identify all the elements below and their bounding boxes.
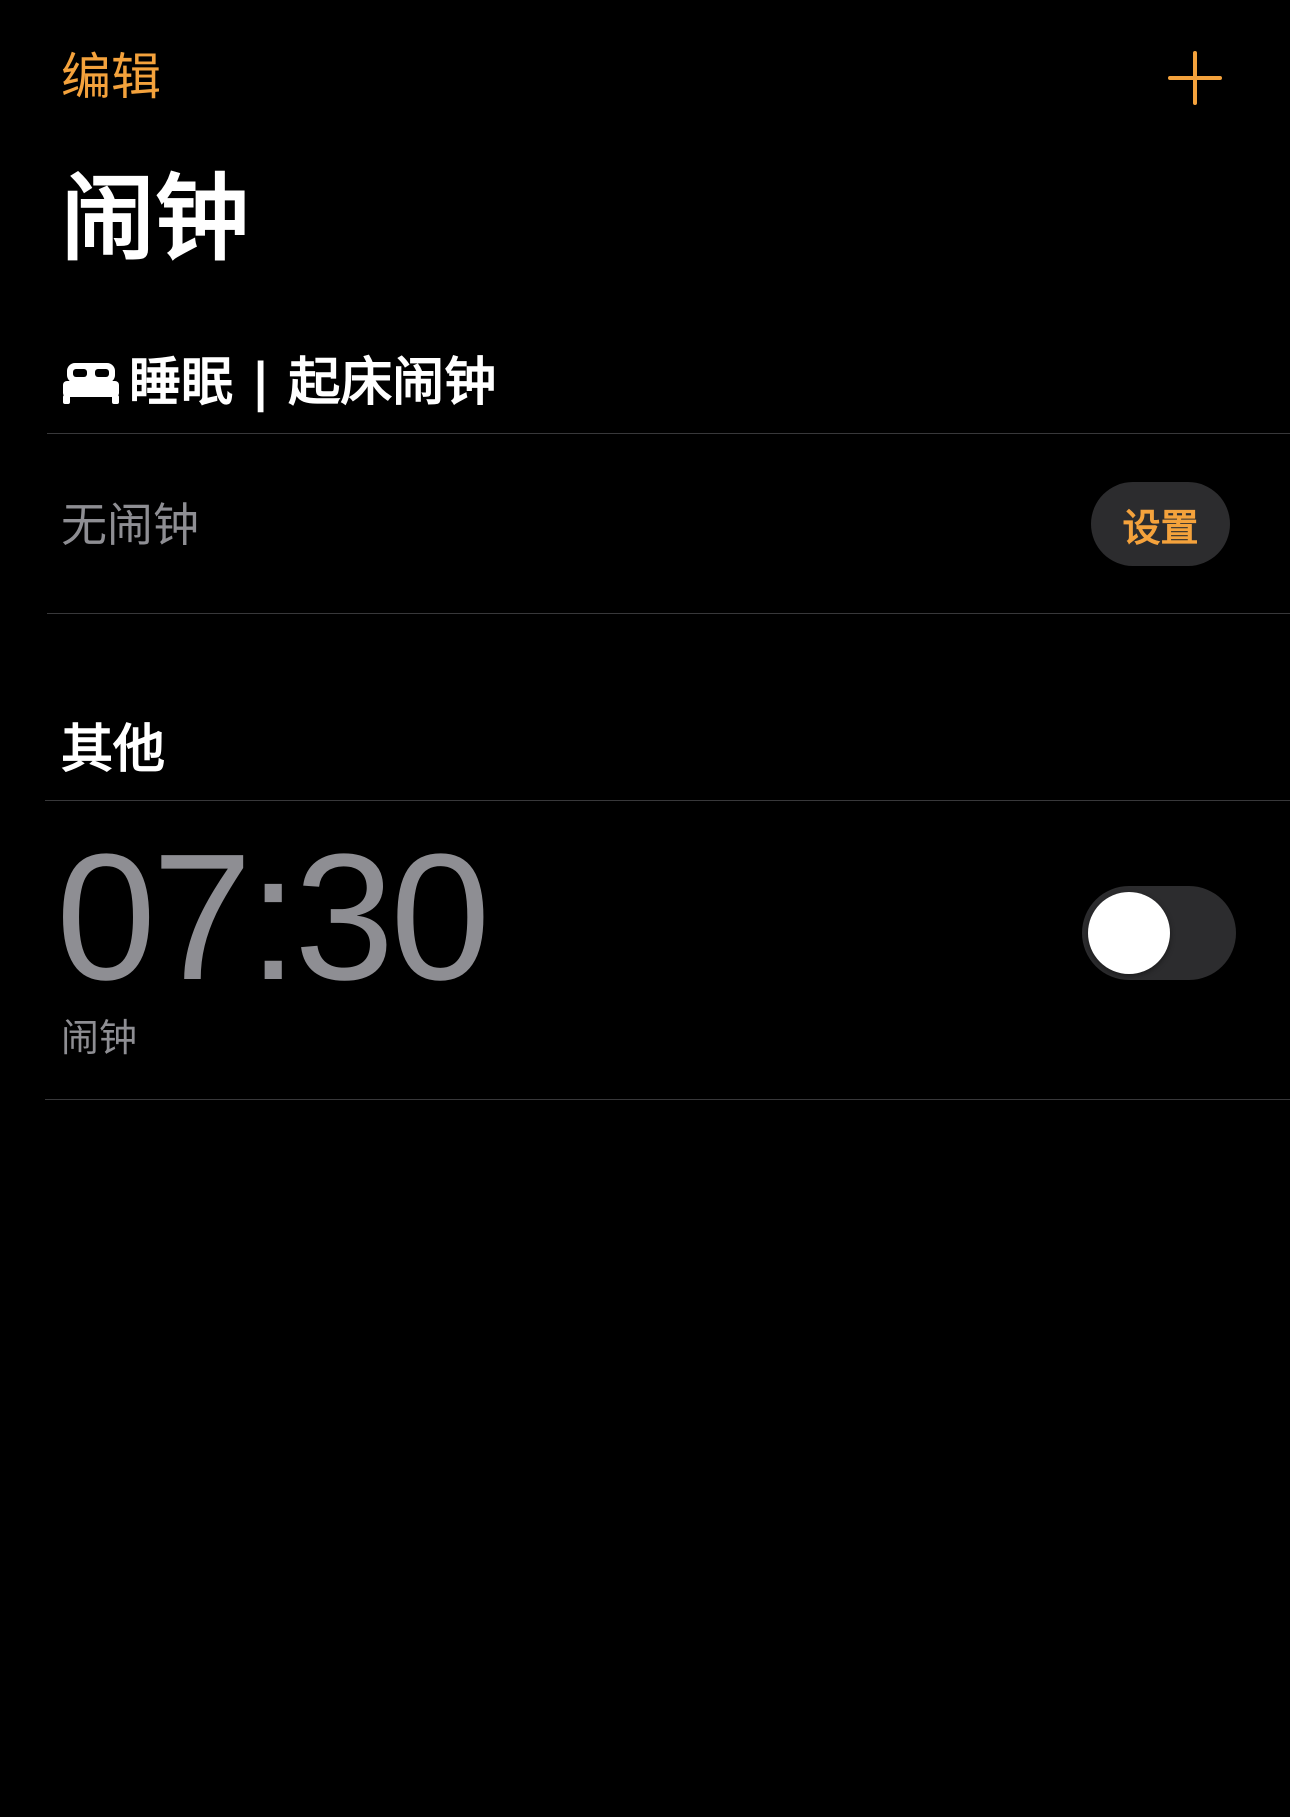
- sleep-section-header: 睡眠 | 起床闹钟: [63, 348, 496, 418]
- no-alarm-text: 无闹钟: [61, 498, 199, 552]
- divider: [45, 1099, 1290, 1100]
- divider: [45, 800, 1290, 801]
- other-section-title: 其他: [61, 720, 166, 780]
- sleep-section-title: 睡眠 | 起床闹钟: [129, 353, 497, 413]
- alarm-toggle[interactable]: [1082, 886, 1236, 980]
- divider: [47, 433, 1290, 434]
- divider: [47, 613, 1290, 614]
- alarm-label: 闹钟: [61, 1016, 138, 1060]
- add-alarm-button[interactable]: [1163, 46, 1227, 110]
- setup-button[interactable]: 设置: [1091, 482, 1230, 566]
- edit-button[interactable]: 编辑: [61, 40, 161, 114]
- toggle-knob: [1088, 892, 1170, 974]
- page-title: 闹钟: [61, 165, 250, 274]
- bed-icon: [63, 363, 119, 404]
- alarm-time[interactable]: 07:30: [56, 818, 490, 1018]
